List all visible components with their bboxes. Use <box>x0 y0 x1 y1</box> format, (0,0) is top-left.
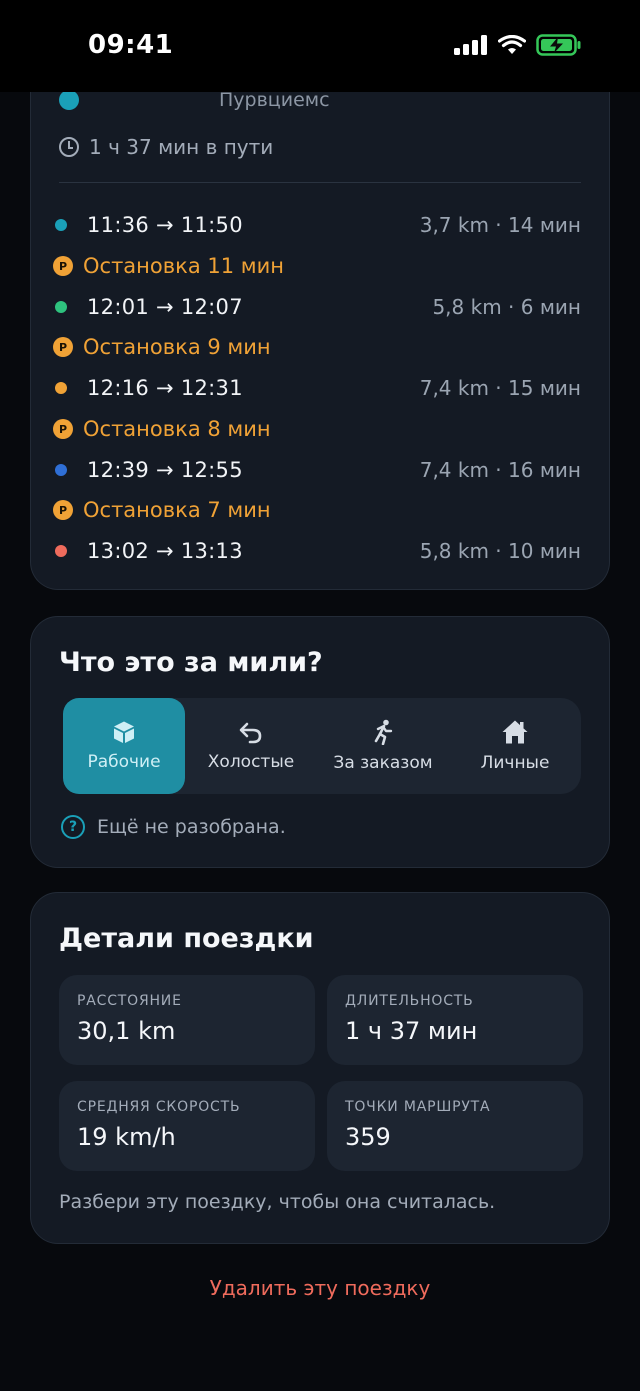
segment-distance-duration: 5,8 km · 6 мин <box>432 295 581 319</box>
miles-status-text: Ещё не разобрана. <box>97 816 286 838</box>
miles-option-work[interactable]: Рабочие <box>63 698 185 794</box>
stat-label: СРЕДНЯЯ СКОРОСТЬ <box>77 1099 241 1115</box>
segment-color-dot <box>55 301 67 313</box>
miles-option-pickup[interactable]: За заказом <box>317 698 449 794</box>
segment-time-range: 13:02 → 13:13 <box>87 539 243 563</box>
stat-label: ДЛИТЕЛЬНОСТЬ <box>345 993 474 1009</box>
status-icons <box>454 34 582 56</box>
stat-duration: ДЛИТЕЛЬНОСТЬ 1 ч 37 мин <box>327 975 583 1065</box>
parking-stop-icon: P <box>53 419 73 439</box>
clock-icon <box>59 137 79 157</box>
route-segment-row[interactable]: 12:01 → 12:07 5,8 km · 6 мин <box>53 292 581 322</box>
route-duration-text: 1 ч 37 мин в пути <box>89 135 274 159</box>
miles-status: ? Ещё не разобрана. <box>61 815 286 839</box>
stat-route-points: ТОЧКИ МАРШРУТА 359 <box>327 1081 583 1171</box>
segment-time-range: 12:16 → 12:31 <box>87 376 243 400</box>
segment-color-dot <box>55 219 67 231</box>
details-hint: Разбери эту поездку, чтобы она считалась… <box>59 1191 496 1213</box>
segment-color-dot <box>55 545 67 557</box>
trip-detail-screen[interactable]: Пурвциемс 1 ч 37 мин в пути 11:36 → 11:5… <box>0 92 640 1391</box>
stop-duration-text: Остановка 11 мин <box>83 254 284 278</box>
segment-time-range: 11:36 → 11:50 <box>87 213 243 237</box>
stop-duration-text: Остановка 9 мин <box>83 335 271 359</box>
undo-arrow-icon <box>239 722 262 744</box>
segment-distance-duration: 7,4 km · 16 мин <box>419 458 581 482</box>
miles-option-label: Рабочие <box>87 752 161 772</box>
runner-icon <box>374 719 393 745</box>
stop-duration-text: Остановка 7 мин <box>83 498 271 522</box>
segment-distance-duration: 5,8 km · 10 мин <box>419 539 581 563</box>
route-segment-row[interactable]: 12:16 → 12:31 7,4 km · 15 мин <box>53 373 581 403</box>
status-bar: 09:41 <box>0 0 640 92</box>
miles-option-label: Личные <box>480 753 550 773</box>
route-segment-row[interactable]: 11:36 → 11:50 3,7 km · 14 мин <box>53 210 581 240</box>
stop-duration-text: Остановка 8 мин <box>83 417 271 441</box>
route-stop-row: P Остановка 11 мин <box>53 251 581 281</box>
stat-label: РАССТОЯНИЕ <box>77 993 182 1009</box>
cellular-signal-icon <box>454 35 487 55</box>
route-segment-row[interactable]: 13:02 → 13:13 5,8 km · 10 мин <box>53 536 581 566</box>
start-point-dot <box>59 92 79 110</box>
details-title: Детали поездки <box>59 923 314 954</box>
stat-value: 359 <box>345 1123 391 1151</box>
segment-distance-duration: 3,7 km · 14 мин <box>419 213 581 237</box>
delete-trip-button[interactable]: Удалить эту поездку <box>0 1276 640 1300</box>
parking-stop-icon: P <box>53 500 73 520</box>
segment-distance-duration: 7,4 km · 15 мин <box>419 376 581 400</box>
miles-option-label: Холостые <box>207 752 295 772</box>
miles-option-idle[interactable]: Холостые <box>185 698 317 794</box>
route-segment-row[interactable]: 12:39 → 12:55 7,4 km · 16 мин <box>53 455 581 485</box>
miles-title: Что это за мили? <box>59 647 323 678</box>
stat-value: 30,1 km <box>77 1017 176 1045</box>
miles-type-selector: Рабочие Холостые За заказом Личные <box>63 698 581 794</box>
route-stop-row: P Остановка 9 мин <box>53 332 581 362</box>
status-time: 09:41 <box>88 30 174 60</box>
segment-color-dot <box>55 382 67 394</box>
stat-average-speed: СРЕДНЯЯ СКОРОСТЬ 19 km/h <box>59 1081 315 1171</box>
stat-value: 1 ч 37 мин <box>345 1017 478 1045</box>
route-stop-row: P Остановка 8 мин <box>53 414 581 444</box>
stat-distance: РАССТОЯНИЕ 30,1 km <box>59 975 315 1065</box>
miles-option-label: За заказом <box>333 753 433 773</box>
parking-stop-icon: P <box>53 337 73 357</box>
segment-time-range: 12:39 → 12:55 <box>87 458 243 482</box>
route-destination: Пурвциемс <box>219 92 330 111</box>
route-divider <box>59 182 581 183</box>
segment-color-dot <box>55 464 67 476</box>
segment-time-range: 12:01 → 12:07 <box>87 295 243 319</box>
question-circle-icon: ? <box>61 815 85 839</box>
box-icon <box>114 721 134 743</box>
battery-charging-icon <box>536 34 581 56</box>
trip-details-card: Детали поездки РАССТОЯНИЕ 30,1 km ДЛИТЕЛ… <box>30 892 610 1244</box>
miles-category-card: Что это за мили? Рабочие Холостые За зак… <box>30 616 610 868</box>
wifi-icon <box>498 35 526 54</box>
stat-label: ТОЧКИ МАРШРУТА <box>345 1099 491 1115</box>
stat-value: 19 km/h <box>77 1123 176 1151</box>
home-icon <box>502 720 528 744</box>
route-card: Пурвциемс 1 ч 37 мин в пути 11:36 → 11:5… <box>30 92 610 590</box>
miles-option-personal[interactable]: Личные <box>449 698 581 794</box>
parking-stop-icon: P <box>53 256 73 276</box>
route-duration: 1 ч 37 мин в пути <box>59 135 273 159</box>
route-stop-row: P Остановка 7 мин <box>53 495 581 525</box>
